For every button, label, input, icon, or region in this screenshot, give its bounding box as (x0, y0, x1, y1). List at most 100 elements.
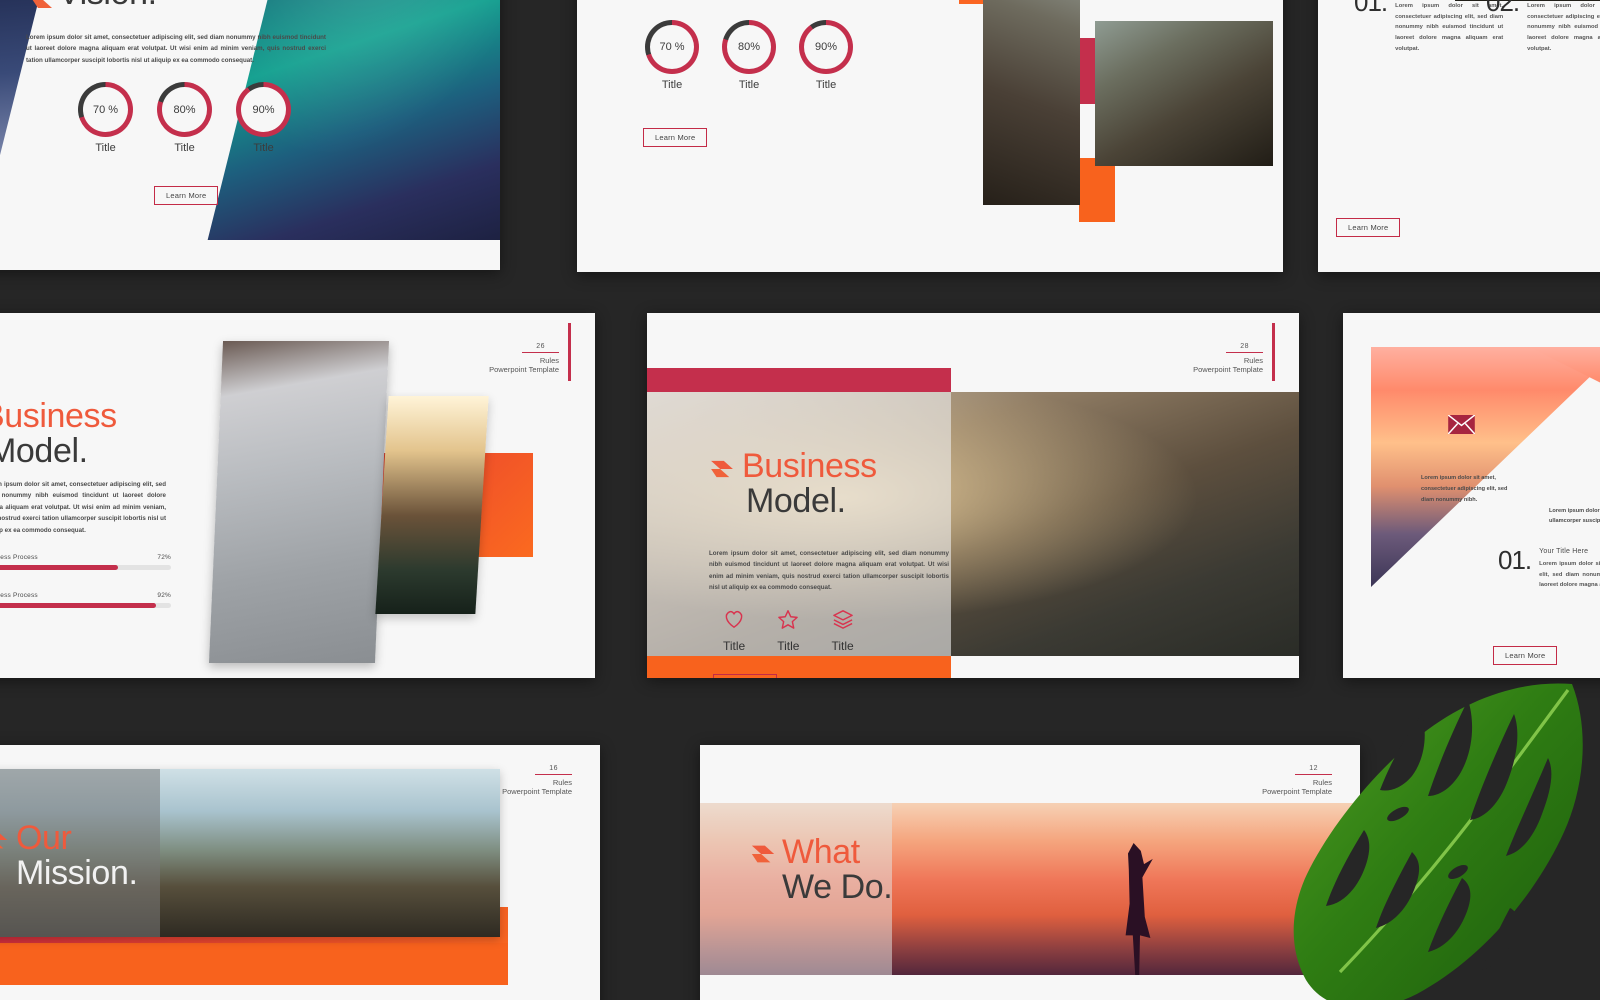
page-marker: 26 Rules Powerpoint Template (489, 335, 559, 374)
page-marker-line1: Rules (552, 778, 572, 787)
page-number: 28 (1226, 343, 1263, 353)
decor-block-orange (1079, 158, 1115, 222)
slide-title-line1: Business (0, 397, 117, 435)
slide-title: Business Model. (0, 397, 117, 471)
photo-woman-backlit (375, 396, 489, 614)
slide-plan-strategies[interactable]: Plan Strategies. Lorem ipsum dolor sit a… (577, 0, 1283, 272)
learn-more-button[interactable]: Learn More (154, 186, 219, 205)
item-title: Your Title Here (1539, 548, 1589, 555)
photo-sunset-corner (1529, 347, 1600, 447)
bar-value: 72% (157, 554, 171, 561)
percent-value: 80% (173, 103, 196, 116)
ring-label: Title (661, 79, 683, 91)
ring-label: Title (815, 79, 837, 91)
page-marker-line2: Powerpoint Template (1262, 787, 1332, 796)
icon-label: Title (723, 639, 746, 653)
slide-mission-top[interactable]: Mission. Lorem ipsum dolor sit amet, con… (1318, 0, 1600, 272)
percent-value: 90% (814, 41, 838, 53)
star-icon (778, 610, 799, 629)
item-number: 02. (1486, 0, 1520, 17)
slide-vision[interactable]: Vision. Lorem ipsum dolor sit amet, cons… (0, 0, 500, 270)
heart-icon (725, 610, 743, 629)
slide-business-model-left[interactable]: Business Model. Lorem ipsum dolor sit am… (0, 313, 595, 678)
page-marker-line1: Rules (539, 356, 559, 365)
presentation-mockup-canvas: Vision. Lorem ipsum dolor sit amet, cons… (0, 0, 1600, 1000)
percent-value: 90% (252, 103, 275, 116)
decor-block-red (647, 368, 951, 395)
progress-ring: 70 % (78, 82, 133, 137)
ring-label: Title (174, 142, 195, 154)
slide-title-line1: What (782, 833, 860, 871)
icon-feature-item[interactable]: Title (777, 609, 799, 653)
slide-body-text: Lorem ipsum dolor sit amet, consectetuer… (26, 34, 326, 64)
slide-title: Our Mission. (16, 819, 138, 893)
decor-block-orange (647, 654, 951, 678)
page-marker-bar (568, 323, 571, 381)
percent-ring-item: 90% Title (236, 82, 291, 154)
item-body: Lorem ipsum dolor sit amet, consectetuer… (1539, 561, 1600, 589)
slide-mail-right[interactable]: Lorem ipsum dolor sit amet, consectetuer… (1343, 313, 1600, 678)
page-marker: 12 Rules Powerpoint Template (1262, 757, 1332, 796)
slide-title-line1: Our (16, 819, 72, 857)
progress-ring: 70 % (645, 20, 699, 74)
ring-label: Title (95, 142, 116, 154)
progress-ring: 90% (799, 20, 853, 74)
photo-woman-portrait (1095, 21, 1273, 166)
slide-body-text: Lorem ipsum dolor sit amet, consectetuer… (0, 481, 166, 534)
bar-track (0, 565, 171, 570)
learn-more-button[interactable]: Learn More (1493, 646, 1558, 665)
photo-sunset-diagonal-wrap-2 (1529, 347, 1600, 467)
slide-title-line2: Model. (746, 482, 846, 521)
learn-more-button[interactable]: Learn More (713, 674, 778, 678)
slide-what-we-do-bottom[interactable]: What We Do. Lorem ipsum dolor sit amet, … (700, 745, 1360, 1000)
bar-fill (0, 565, 119, 570)
page-number: 16 (535, 765, 572, 775)
slide-business-model-center[interactable]: Business Model. Lorem ipsum dolor sit am… (647, 313, 1299, 678)
learn-more-button[interactable]: Learn More (643, 128, 708, 147)
icon-feature-item[interactable]: Title (723, 609, 745, 653)
page-marker: 16 Rules Powerpoint Template (502, 757, 572, 796)
icon-label: Title (831, 639, 854, 653)
slide-our-mission-bottom[interactable]: Our Mission. Lorem ipsum dolor sit amet,… (0, 745, 600, 1000)
slide-title-line2: Vision. (58, 0, 157, 11)
item-number: 01. (1498, 545, 1532, 575)
slide-title-line2: We Do. (782, 868, 893, 907)
decor-block-orange (0, 943, 508, 985)
progress-ring: 80% (157, 82, 212, 137)
photo-woman-hair (983, 0, 1080, 205)
numbered-item: 01. Your Title Here Lorem ipsum dolor si… (1498, 545, 1600, 591)
progress-ring: 80% (722, 20, 776, 74)
percent-value: 70 % (659, 41, 685, 53)
ring-label: Title (738, 79, 760, 91)
percent-ring-item: 70 % Title (645, 20, 699, 91)
item-body: Lorem ipsum dolor sit amet, consectetuer… (1527, 3, 1600, 52)
bar-label: Business Process (0, 592, 38, 599)
percent-ring-item: 80% Title (722, 20, 776, 91)
page-number: 26 (522, 343, 559, 353)
page-marker-bar (1272, 323, 1275, 381)
chevron-logo-icon (0, 833, 8, 849)
item-number: 01. (1354, 0, 1388, 17)
chevron-logo-icon (32, 0, 52, 8)
slide-title-line2: Mission. (16, 854, 138, 893)
ring-label: Title (253, 142, 274, 154)
chevron-logo-icon (751, 845, 775, 863)
icon-feature-item[interactable]: Title (831, 609, 854, 653)
percent-ring-group: 70 % Title 80% Title 90% Title (645, 20, 853, 91)
percent-ring-item: 90% Title (799, 20, 853, 91)
bar-fill (0, 603, 156, 608)
chevron-logo-icon (711, 460, 733, 478)
slide-title: Vision. (58, 0, 157, 11)
page-marker: 28 Rules Powerpoint Template (1193, 335, 1263, 374)
bar-label: Business Process (0, 554, 38, 561)
mail-icon (1448, 415, 1475, 434)
slide-title: What We Do. (782, 833, 893, 907)
page-marker-line1: Rules (1243, 356, 1263, 365)
slide-title-line2: Model. (0, 432, 88, 471)
percent-ring-item: 80% Title (157, 82, 212, 154)
bar-value: 92% (157, 592, 171, 599)
progress-bar-group: Business Process 72% Business Process 92… (0, 554, 171, 608)
learn-more-button[interactable]: Learn More (1336, 218, 1401, 237)
card-body-text: Lorem ipsum dolor sit amet, consectetuer… (1421, 475, 1508, 503)
photo-man-sweater (208, 341, 390, 663)
